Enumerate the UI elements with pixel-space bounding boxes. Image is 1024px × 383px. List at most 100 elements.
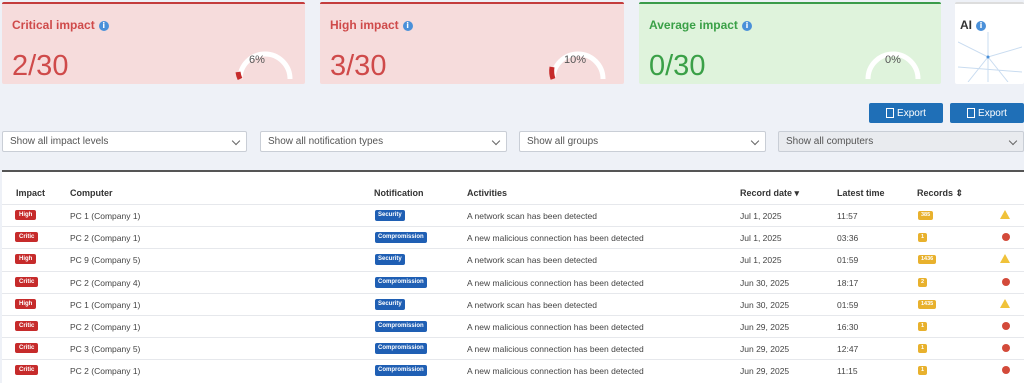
computer-cell[interactable]: PC 3 (Company 5) bbox=[70, 344, 140, 354]
gauge-percent: 10% bbox=[563, 54, 587, 66]
date-cell: Jun 30, 2025 bbox=[740, 277, 790, 288]
computer-cell[interactable]: PC 9 (Company 5) bbox=[70, 255, 140, 265]
bomb-icon bbox=[1002, 233, 1010, 242]
activity-cell: A new malicious connection has been dete… bbox=[467, 322, 644, 332]
col-records[interactable]: Records ⇕ bbox=[917, 188, 963, 199]
activity-cell: A new malicious connection has been dete… bbox=[467, 344, 644, 355]
notification-badge: Security bbox=[375, 254, 405, 266]
date-cell: Jun 30, 2025 bbox=[740, 299, 790, 310]
activity-cell: A network scan has been detected bbox=[467, 299, 597, 310]
impact-badge: Critic bbox=[15, 321, 39, 331]
date-cell: Jul 1, 2025 bbox=[740, 255, 782, 266]
warning-icon bbox=[1000, 254, 1010, 264]
warning-icon bbox=[1000, 210, 1010, 219]
notification-badge: Compromission bbox=[375, 276, 427, 288]
computer-cell[interactable]: PC 1 (Company 1) bbox=[70, 300, 140, 310]
gauge-percent: 0% bbox=[885, 54, 901, 66]
notification-badge: Compromission bbox=[375, 321, 427, 332]
info-icon[interactable]: i bbox=[976, 21, 986, 31]
col-computer[interactable]: Computer bbox=[70, 188, 113, 198]
impact-badge: Critic bbox=[15, 365, 39, 376]
impact-badge: High bbox=[15, 210, 37, 220]
records-badge: 385 bbox=[918, 211, 934, 220]
notification-type-select[interactable]: Show all notification types bbox=[260, 131, 507, 152]
time-cell: 03:36 bbox=[837, 233, 859, 244]
document-icon bbox=[967, 108, 976, 118]
table-row[interactable]: Critic PC 2 (Company 1) Compromission A new… bbox=[2, 359, 1024, 381]
info-icon[interactable]: i bbox=[98, 21, 109, 31]
records-badge: 1 bbox=[918, 344, 928, 354]
records-badge: 1 bbox=[918, 233, 928, 243]
activity-cell: A new malicious connection has been dete… bbox=[467, 366, 644, 377]
activity-cell: A network scan has been detected bbox=[467, 255, 597, 266]
export-button-2[interactable]: Export bbox=[950, 103, 1024, 123]
document-icon bbox=[886, 108, 895, 118]
date-cell: Jul 1, 2025 bbox=[740, 211, 782, 221]
warning-icon bbox=[1000, 298, 1010, 308]
col-impact[interactable]: Impact bbox=[16, 188, 45, 198]
export-button[interactable]: Export bbox=[869, 103, 943, 123]
computer-cell[interactable]: PC 2 (Company 1) bbox=[70, 322, 140, 332]
chevron-down-icon bbox=[1008, 136, 1018, 146]
computer-cell[interactable]: PC 2 (Company 4) bbox=[70, 278, 140, 288]
chevron-down-icon bbox=[750, 136, 760, 146]
bomb-icon bbox=[1002, 277, 1010, 286]
info-icon[interactable]: i bbox=[741, 21, 752, 31]
computer-cell[interactable]: PC 2 (Company 1) bbox=[70, 233, 140, 243]
table-row[interactable]: Critic PC 3 (Company 5) Compromission A new… bbox=[2, 337, 1024, 359]
table-row[interactable]: High PC 1 (Company 1) Security A network sc… bbox=[2, 204, 1024, 226]
impact-badge: High bbox=[15, 298, 37, 309]
notification-badge: Compromission bbox=[375, 232, 427, 244]
col-notification[interactable]: Notification bbox=[374, 188, 424, 198]
date-cell: Jun 29, 2025 bbox=[740, 344, 790, 355]
bomb-icon bbox=[1002, 344, 1010, 353]
card-title: High impact i bbox=[330, 18, 413, 32]
chevron-down-icon bbox=[491, 136, 501, 146]
table-header: Impact Computer Notification Activities … bbox=[2, 182, 1024, 200]
col-record-date[interactable]: Record date ▾ bbox=[740, 188, 799, 199]
time-cell: 12:47 bbox=[837, 344, 859, 355]
network-map-icon bbox=[958, 32, 1022, 82]
group-select[interactable]: Show all groups bbox=[519, 131, 766, 152]
date-cell: Jun 29, 2025 bbox=[740, 366, 790, 377]
info-icon[interactable]: i bbox=[402, 21, 413, 31]
table-row[interactable]: High PC 1 (Company 1) Security A network sc… bbox=[2, 292, 1024, 315]
activity-cell: A new malicious connection has been dete… bbox=[467, 233, 644, 244]
ai-card[interactable]: AI i bbox=[955, 2, 1024, 84]
time-cell: 18:17 bbox=[837, 277, 859, 288]
col-latest-time[interactable]: Latest time bbox=[837, 188, 885, 198]
table-row[interactable]: Critic PC 2 (Company 1) Compromission A new… bbox=[2, 226, 1024, 248]
computer-select[interactable]: Show all computers bbox=[778, 131, 1024, 152]
records-badge: 1 bbox=[918, 366, 928, 376]
card-title: Critical impact i bbox=[12, 18, 109, 32]
average-impact-card[interactable]: Average impact i 0/30 0% bbox=[639, 2, 941, 84]
date-cell: Jun 29, 2025 bbox=[740, 322, 790, 332]
high-impact-card[interactable]: High impact i 3/30 10% bbox=[320, 2, 624, 84]
notification-badge: Compromission bbox=[375, 365, 427, 377]
card-title: AI i bbox=[960, 18, 986, 32]
bomb-icon bbox=[1002, 322, 1010, 330]
records-badge: 1435 bbox=[918, 299, 937, 309]
critical-impact-card[interactable]: Critical impact i 2/30 6% bbox=[2, 2, 305, 84]
chevron-down-icon bbox=[231, 136, 241, 146]
table-row[interactable]: High PC 9 (Company 5) Security A network sc… bbox=[2, 248, 1024, 270]
activity-cell: A network scan has been detected bbox=[467, 211, 597, 221]
table-row[interactable]: Critic PC 2 (Company 4) Compromission A new… bbox=[2, 270, 1024, 293]
time-cell: 11:15 bbox=[837, 366, 858, 377]
bomb-icon bbox=[1002, 366, 1010, 375]
time-cell: 11:57 bbox=[837, 211, 858, 221]
computer-cell[interactable]: PC 1 (Company 1) bbox=[70, 211, 140, 221]
table-row[interactable]: Critic PC 2 (Company 1) Compromission A new… bbox=[2, 315, 1024, 337]
records-badge: 1 bbox=[918, 322, 928, 331]
impact-level-select[interactable]: Show all impact levels bbox=[2, 131, 247, 152]
card-title: Average impact i bbox=[649, 18, 752, 32]
time-cell: 01:59 bbox=[837, 255, 859, 266]
sort-desc-icon: ▾ bbox=[794, 188, 800, 198]
date-cell: Jul 1, 2025 bbox=[740, 233, 782, 244]
card-value: 0/30 bbox=[649, 50, 706, 82]
computer-cell[interactable]: PC 2 (Company 1) bbox=[70, 366, 140, 376]
records-badge: 2 bbox=[918, 277, 928, 287]
time-cell: 16:30 bbox=[837, 322, 859, 332]
col-activities[interactable]: Activities bbox=[467, 188, 507, 198]
impact-badge: Critic bbox=[15, 343, 39, 354]
